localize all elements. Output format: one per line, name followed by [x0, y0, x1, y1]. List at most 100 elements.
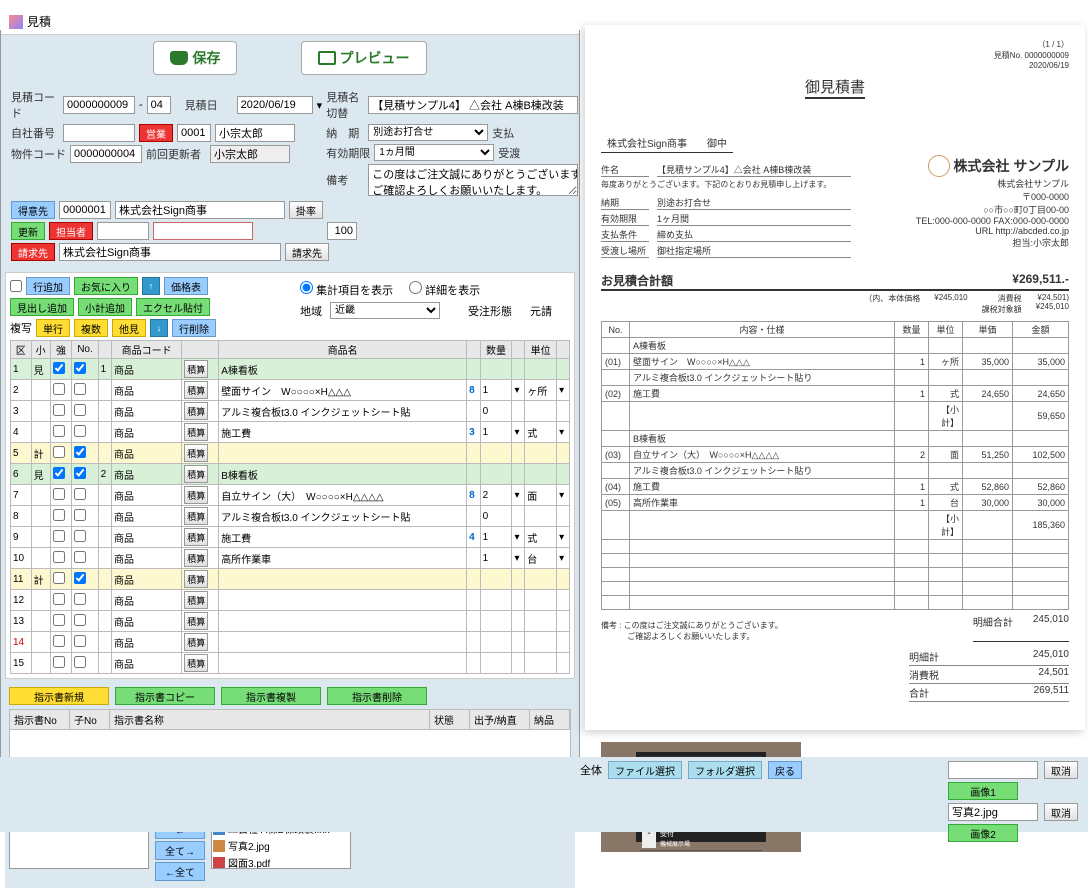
preview-icon [318, 51, 336, 65]
tantou-code[interactable] [97, 222, 149, 240]
company-no-input[interactable] [63, 124, 135, 142]
prop-code[interactable] [70, 145, 142, 163]
image1-value[interactable] [948, 803, 1038, 821]
tantou-val[interactable] [327, 222, 357, 240]
file-select-button-2[interactable]: ファイル選択 [608, 761, 682, 779]
table-row[interactable]: 10商品積算高所作業車1▾台▾ [11, 548, 570, 569]
tokuisaki-code[interactable] [59, 201, 111, 219]
folder-select-button-2[interactable]: フォルダ選択 [688, 761, 762, 779]
table-row[interactable]: 1見1商品積算A棟看板 [11, 359, 570, 380]
image2-label[interactable]: 画像2 [948, 824, 1018, 842]
table-row[interactable]: 13商品積算 [11, 611, 570, 632]
region-select[interactable]: 近畿 [330, 302, 440, 319]
add-subtotal-button[interactable]: 小計追加 [78, 298, 132, 316]
image1-label[interactable]: 画像1 [948, 782, 1018, 800]
file-item[interactable]: 写真2.jpg [212, 837, 350, 854]
sales-button[interactable]: 営業 [139, 124, 173, 142]
rate-button[interactable]: 掛率 [289, 201, 323, 219]
radio-summary[interactable]: 集計項目を表示 [300, 281, 393, 298]
code2-input[interactable] [147, 96, 171, 114]
table-row[interactable]: 15商品積算 [11, 653, 570, 674]
tokuisaki-name[interactable] [115, 201, 285, 219]
table-row[interactable]: 14商品積算 [11, 632, 570, 653]
excel-paste-button[interactable]: エクセル貼付 [136, 298, 210, 316]
table-row[interactable]: 4商品積算施工費31▾式▾ [11, 422, 570, 443]
delivery-select[interactable]: 別途お打合せ [368, 124, 488, 141]
table-row[interactable]: 7商品積算自立サイン（大） W○○○○×H△△△△82▾面▾ [11, 485, 570, 506]
sales-name[interactable] [215, 124, 295, 142]
cancel-button-1[interactable]: 取消 [1044, 761, 1078, 779]
date-input[interactable] [237, 96, 313, 114]
items-table: 区小強No.商品コード商品名数量単位 1見1商品積算A棟看板2商品積算壁面サイン… [10, 340, 570, 674]
table-row[interactable]: 2商品積算壁面サイン W○○○○×H△△△81▾ヶ所▾ [11, 380, 570, 401]
tantou-name[interactable] [153, 222, 253, 240]
instr-table-header: 指示書No 子No 指示書名称 状態 出予/納直 納品 [9, 709, 571, 730]
table-row[interactable]: 6見2商品積算B棟看板 [11, 464, 570, 485]
table-row[interactable]: 12商品積算 [11, 590, 570, 611]
main-panel: 行追加 お気に入り ↑ 価格表 見出し追加 小計追加 エクセル貼付 複写 単行 … [5, 272, 575, 679]
arrow-up-icon[interactable]: ↑ [142, 277, 160, 295]
company-seal-icon [928, 155, 950, 177]
label-date: 見積日 [185, 97, 233, 113]
toolbar: 保存 プレビュー [1, 31, 579, 85]
radio-detail[interactable]: 詳細を表示 [409, 281, 480, 298]
single-button[interactable]: 単行 [36, 319, 70, 337]
tokuisaki-button[interactable]: 得意先 [11, 201, 55, 219]
report-totals: 明細計245,010消費税24,501合計269,511 [909, 648, 1069, 702]
seikyusaki-label-button[interactable]: 請求先 [11, 243, 55, 261]
save-button[interactable]: 保存 [153, 41, 237, 75]
report-preview: （1 / 1） 見積No. 0000000009 2020/06/19 御見積書… [585, 25, 1085, 730]
add-row-button[interactable]: 行追加 [26, 277, 70, 295]
bottom-strip: 全体 ファイル選択 フォルダ選択 戻る 取消 画像1 取消 画像2 [0, 757, 1088, 832]
preview-button[interactable]: プレビュー [301, 41, 427, 75]
label-code: 見積コード [11, 89, 59, 121]
field-blank[interactable] [948, 761, 1038, 779]
label-note: 備考 [326, 172, 364, 188]
valid-select[interactable]: 1ヵ月間 [374, 144, 494, 161]
dropdown-icon[interactable]: ▾ [317, 99, 323, 112]
price-table-button[interactable]: 価格表 [164, 277, 208, 295]
instr-new-button[interactable]: 指示書新規 [9, 687, 109, 705]
multi-button[interactable]: 複数 [74, 319, 108, 337]
prev-updater [210, 145, 290, 163]
table-row[interactable]: 3商品積算アルミ複合板t3.0 インクジェットシート貼0 [11, 401, 570, 422]
move-all-left-button[interactable]: ←全て [155, 862, 205, 881]
estimate-name[interactable] [368, 96, 578, 114]
cancel-button-2[interactable]: 取消 [1044, 803, 1078, 821]
file-item[interactable]: 図面3.pdf [212, 854, 350, 869]
seikyusaki-name[interactable] [59, 243, 281, 261]
label-valid: 有効期限 [326, 145, 370, 161]
instr-copy-button[interactable]: 指示書コピー [115, 687, 215, 705]
favorite-button[interactable]: お気に入り [74, 277, 138, 295]
app-icon [9, 15, 23, 29]
label-prev-updater: 前回更新者 [146, 146, 206, 162]
arrow-down-icon[interactable]: ↓ [150, 319, 168, 337]
instr-dup-button[interactable]: 指示書複製 [221, 687, 321, 705]
del-row-button[interactable]: 行削除 [172, 319, 216, 337]
instruction-panel: 指示書新規 指示書コピー 指示書複製 指示書削除 指示書No 子No 指示書名称… [5, 683, 575, 764]
sales-code[interactable] [177, 124, 211, 142]
title-bar: 見積 [1, 9, 579, 35]
row-check[interactable] [10, 280, 22, 292]
report-table: No.内容・仕様数量単位単価金額 A棟看板(01)壁面サイン W○○○○×H△△… [601, 321, 1069, 610]
label-name: 見積名 切替 [326, 89, 364, 121]
report-customer: 株式会社Sign商事 御中 [601, 133, 733, 153]
label-prop-code: 物件コード [11, 146, 66, 162]
seikyusaki-button[interactable]: 請求先 [285, 243, 329, 261]
update-button[interactable]: 更新 [11, 222, 45, 240]
other-button[interactable]: 他見 [112, 319, 146, 337]
window-title: 見積 [27, 13, 51, 30]
table-row[interactable]: 9商品積算施工費41▾式▾ [11, 527, 570, 548]
back-button-2[interactable]: 戻る [768, 761, 802, 779]
table-row[interactable]: 5計商品積算 [11, 443, 570, 464]
tantou-button[interactable]: 担当者 [49, 222, 93, 240]
code-input[interactable] [63, 96, 135, 114]
table-row[interactable]: 8商品積算アルミ複合板t3.0 インクジェットシート貼0 [11, 506, 570, 527]
move-all-right-button[interactable]: 全て→ [155, 841, 205, 860]
table-row[interactable]: 11計商品積算 [11, 569, 570, 590]
add-heading-button[interactable]: 見出し追加 [10, 298, 74, 316]
report-title: 御見積書 [805, 76, 865, 99]
label-company-no: 自社番号 [11, 125, 59, 141]
instr-del-button[interactable]: 指示書削除 [327, 687, 427, 705]
note-input[interactable]: この度はご注文誠にありがとうございます。 ご確認よろしくお願いいたします。 [368, 164, 578, 196]
